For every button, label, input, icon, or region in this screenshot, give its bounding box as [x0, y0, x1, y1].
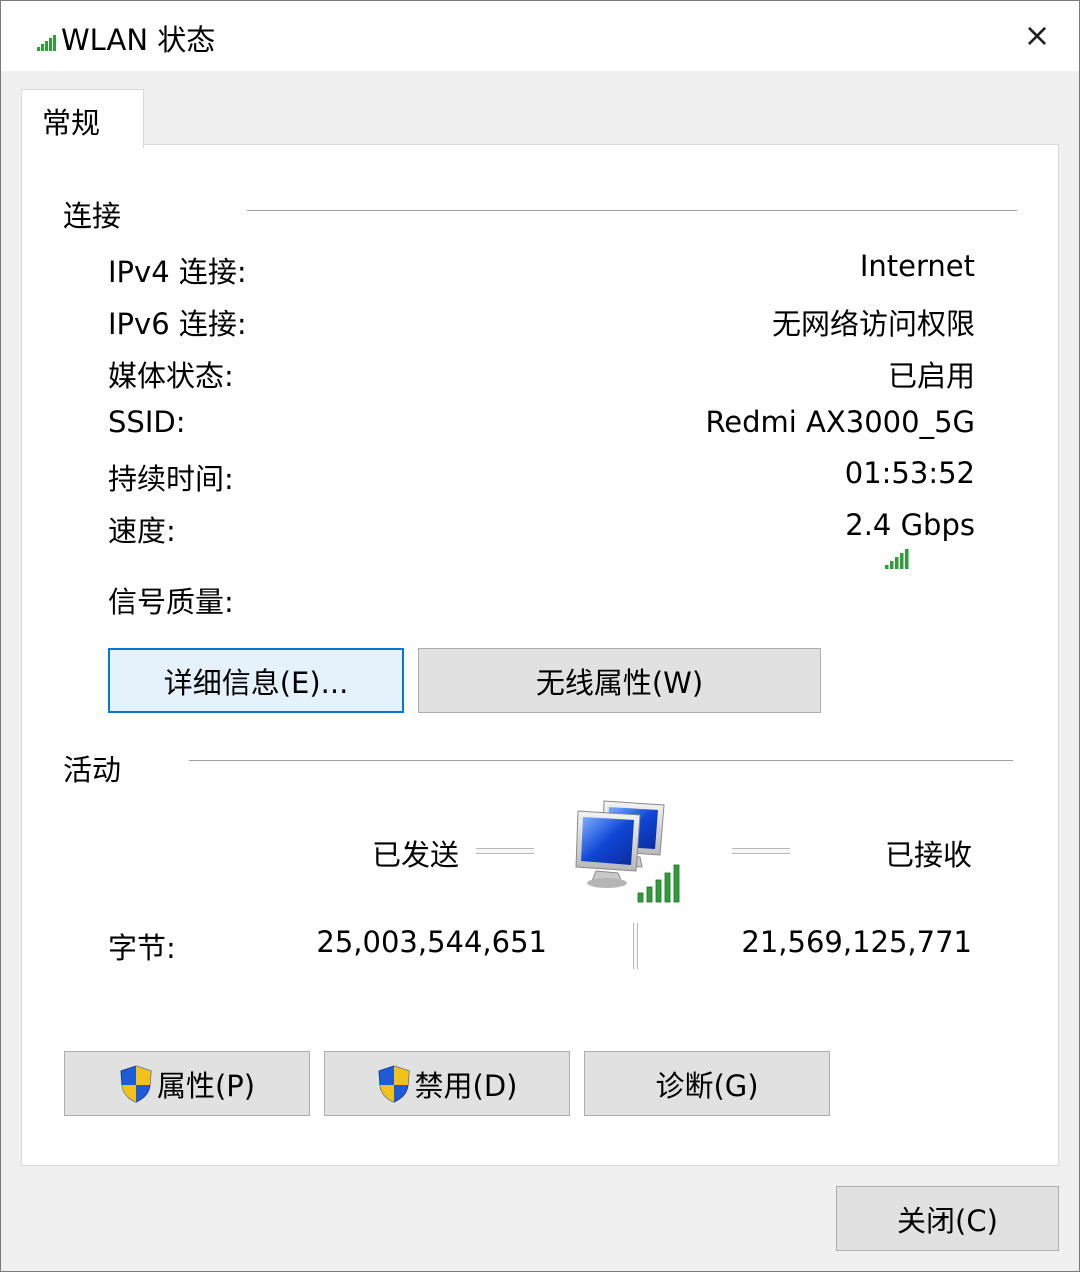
duration-value: 01:53:52 — [844, 456, 975, 490]
activity-divider — [189, 760, 1013, 761]
bytes-received-value: 21,569,125,771 — [741, 925, 972, 959]
speed-label: 速度: — [108, 514, 176, 548]
connection-section-title: 连接 — [63, 199, 122, 233]
sent-label: 已发送 — [371, 838, 459, 872]
tab-label: 常规 — [42, 106, 101, 140]
ipv6-value: 无网络访问权限 — [771, 307, 975, 341]
window-title: WLAN 状态 — [61, 23, 216, 57]
received-label: 已接收 — [884, 838, 972, 872]
network-computers-icon — [575, 800, 680, 903]
title-bar: WLAN 状态 × — [1, 1, 1079, 71]
diagnose-button[interactable]: 诊断(G) — [584, 1051, 830, 1116]
properties-label: 属性(P) — [156, 1068, 256, 1103]
details-button[interactable]: 详细信息(E)... — [108, 648, 404, 713]
duration-label: 持续时间: — [108, 462, 234, 496]
wlan-status-dialog: WLAN 状态 × 常规 连接 IPv4 连接: Internet IPv6 连… — [0, 0, 1080, 1272]
uac-shield-icon — [377, 1064, 410, 1103]
tab-panel-general: 连接 IPv4 连接: Internet IPv6 连接: 无网络访问权限 媒体… — [21, 144, 1059, 1166]
ssid-value: Redmi AX3000_5G — [705, 405, 975, 439]
signal-bar — [905, 549, 909, 569]
bytes-separator — [633, 923, 638, 969]
bytes-label: 字节: — [108, 931, 176, 965]
received-connector-line — [732, 848, 790, 854]
properties-button[interactable]: 属性(P) — [64, 1051, 310, 1116]
ipv4-value: Internet — [859, 249, 975, 283]
signal-quality-label: 信号质量: — [108, 585, 234, 619]
disable-label: 禁用(D) — [414, 1068, 518, 1103]
speed-value: 2.4 Gbps — [845, 508, 975, 542]
media-state-label: 媒体状态: — [108, 359, 234, 393]
media-state-value: 已启用 — [887, 359, 975, 393]
close-button[interactable]: 关闭(C) — [836, 1186, 1059, 1251]
wifi-signal-icon — [37, 35, 56, 51]
wireless-properties-button[interactable]: 无线属性(W) — [418, 648, 821, 713]
signal-strength-icon — [885, 549, 909, 569]
signal-bar — [890, 561, 894, 569]
uac-shield-icon — [120, 1064, 152, 1103]
ipv6-label: IPv6 连接: — [108, 307, 247, 341]
activity-section-title: 活动 — [63, 753, 122, 787]
disable-button[interactable]: 禁用(D) — [324, 1051, 570, 1116]
ssid-label: SSID: — [108, 405, 186, 439]
connection-divider — [247, 210, 1017, 211]
bytes-sent-value: 25,003,544,651 — [316, 925, 547, 959]
ipv4-label: IPv4 连接: — [108, 255, 247, 289]
tab-general[interactable]: 常规 — [21, 89, 144, 148]
signal-bar — [895, 557, 899, 569]
signal-bar — [900, 553, 904, 569]
close-icon[interactable]: × — [1013, 13, 1061, 59]
signal-bar — [885, 565, 889, 569]
sent-connector-line — [476, 848, 534, 854]
